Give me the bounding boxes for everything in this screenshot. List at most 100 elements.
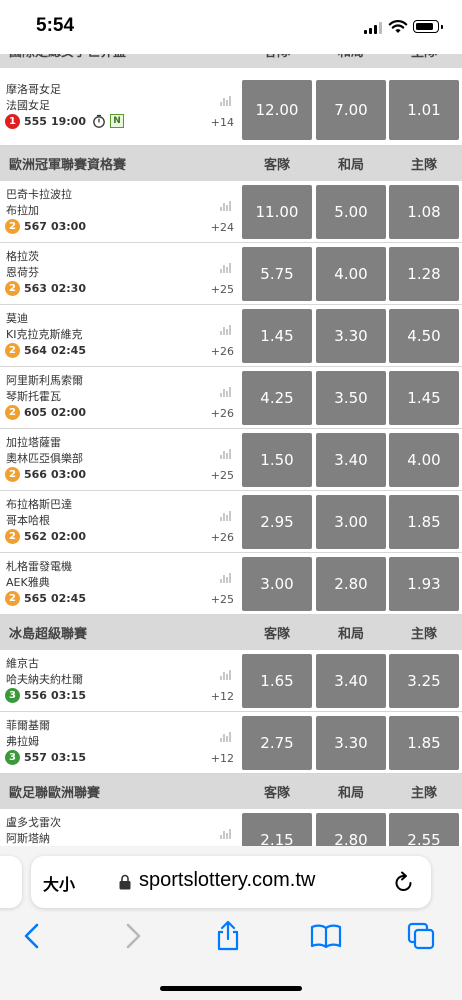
odds-button-away[interactable]: 2.75 xyxy=(242,716,312,770)
match-meta: 2 567 03:00 xyxy=(5,218,90,234)
stats-icon[interactable] xyxy=(219,828,231,840)
more-markets-count[interactable]: +25 xyxy=(194,283,234,296)
odds-button-home[interactable]: 1.08 xyxy=(389,185,459,239)
odds-button-away[interactable]: 1.45 xyxy=(242,309,312,363)
kickoff-time: 02:30 xyxy=(50,281,86,295)
odds-button-away[interactable]: 11.00 xyxy=(242,185,312,239)
match-meta: 2 564 02:45 xyxy=(5,342,90,358)
odds-button-draw[interactable]: 3.40 xyxy=(316,433,386,487)
wifi-icon xyxy=(388,20,408,33)
previous-tab-preview[interactable] xyxy=(0,856,22,908)
stats-icon[interactable] xyxy=(219,572,231,584)
kickoff-time: 03:15 xyxy=(50,688,86,702)
kickoff-time: 03:00 xyxy=(50,467,86,481)
stats-icon[interactable] xyxy=(219,448,231,460)
odds-button-draw[interactable]: 3.30 xyxy=(316,309,386,363)
stats-icon[interactable] xyxy=(219,324,231,336)
home-team-name: 盧多戈雷次 xyxy=(6,816,61,829)
odds-button-draw[interactable]: 3.00 xyxy=(316,495,386,549)
stats-icon[interactable] xyxy=(219,95,231,107)
stats-icon[interactable] xyxy=(219,386,231,398)
odds-button-draw[interactable]: 2.80 xyxy=(316,557,386,611)
odds-button-home[interactable]: 4.50 xyxy=(389,309,459,363)
url-text[interactable]: sportslottery.com.tw xyxy=(139,869,315,892)
address-bar[interactable]: 大小 sportslottery.com.tw xyxy=(31,856,431,908)
stats-icon[interactable] xyxy=(219,669,231,681)
back-icon[interactable] xyxy=(18,920,48,952)
match-row[interactable]: 加拉塔薩雷 奧林匹亞俱樂部 2 566 03:00 +25 1.50 3.40 4.… xyxy=(0,429,462,491)
cellular-signal-icon xyxy=(364,22,382,34)
more-markets-count[interactable]: +26 xyxy=(194,407,234,420)
match-code: 567 xyxy=(24,219,47,233)
odds-button-draw[interactable]: 3.50 xyxy=(316,371,386,425)
home-team-name: 布拉格斯巴達 xyxy=(6,498,72,511)
kickoff-time: 02:45 xyxy=(50,591,86,605)
league-header: 歐足聯歐洲聯賽 客隊 和局 主隊 xyxy=(0,774,462,809)
odds-button-draw[interactable]: 7.00 xyxy=(316,80,386,140)
bookmarks-icon[interactable] xyxy=(309,920,343,952)
odds-button-home[interactable]: 4.00 xyxy=(389,433,459,487)
odds-button-away[interactable]: 5.75 xyxy=(242,247,312,301)
reload-icon[interactable] xyxy=(393,870,415,894)
odds-button-away[interactable]: 3.00 xyxy=(242,557,312,611)
odds-button-draw[interactable]: 3.30 xyxy=(316,716,386,770)
odds-button-home[interactable]: 1.85 xyxy=(389,495,459,549)
column-header-home: 主隊 xyxy=(410,786,437,801)
match-row[interactable]: 莫迪 KI克拉克斯維克 2 564 02:45 +26 1.45 3.30 4.50 xyxy=(0,305,462,367)
match-row[interactable]: 摩洛哥女足 法國女足 1 555 19:00 N +14 12.00 7.00 1.… xyxy=(0,68,462,146)
odds-button-away[interactable]: 1.50 xyxy=(242,433,312,487)
share-icon[interactable] xyxy=(213,920,243,952)
odds-button-home[interactable]: 1.01 xyxy=(389,80,459,140)
odds-button-home[interactable]: 1.45 xyxy=(389,371,459,425)
away-team-name: KI克拉克斯維克 xyxy=(6,328,83,341)
text-size-button[interactable]: 大小 xyxy=(43,871,75,895)
match-day-badge: 2 xyxy=(5,466,20,482)
odds-button-draw[interactable]: 5.00 xyxy=(316,185,386,239)
neutral-venue-badge: N xyxy=(109,114,124,128)
match-row[interactable]: 札格雷發電機 AEK雅典 2 565 02:45 +25 3.00 2.80 1.9… xyxy=(0,553,462,615)
match-meta: 3 556 03:15 xyxy=(5,687,90,703)
odds-button-away[interactable]: 2.95 xyxy=(242,495,312,549)
more-markets-count[interactable]: +26 xyxy=(194,345,234,358)
matches-list: 國際足總女子世界盃 客隊 和局 主隊 摩洛哥女足 法國女足 1 555 19:0… xyxy=(0,33,462,871)
match-code: 564 xyxy=(24,343,47,357)
kickoff-time: 03:15 xyxy=(50,750,86,764)
match-day-badge: 2 xyxy=(5,342,20,358)
odds-button-away[interactable]: 4.25 xyxy=(242,371,312,425)
stats-icon[interactable] xyxy=(219,200,231,212)
stats-icon[interactable] xyxy=(219,262,231,274)
stopwatch-icon xyxy=(93,114,105,128)
home-team-name: 阿里斯利馬索爾 xyxy=(6,374,83,387)
more-markets-count[interactable]: +26 xyxy=(194,531,234,544)
odds-button-away[interactable]: 12.00 xyxy=(242,80,312,140)
more-markets-count[interactable]: +25 xyxy=(194,593,234,606)
more-markets-count[interactable]: +14 xyxy=(194,116,234,129)
odds-button-home[interactable]: 1.28 xyxy=(389,247,459,301)
stats-icon[interactable] xyxy=(219,510,231,522)
odds-button-away[interactable]: 1.65 xyxy=(242,654,312,708)
match-row[interactable]: 格拉茨 恩荷芬 2 563 02:30 +25 5.75 4.00 1.28 xyxy=(0,243,462,305)
away-team-name: 阿斯塔納 xyxy=(6,832,50,845)
stats-icon[interactable] xyxy=(219,731,231,743)
match-row[interactable]: 菲爾基爾 弗拉姆 3 557 03:15 +12 2.75 3.30 1.85 xyxy=(0,712,462,774)
more-markets-count[interactable]: +12 xyxy=(194,690,234,703)
more-markets-count[interactable]: +25 xyxy=(194,469,234,482)
match-row[interactable]: 布拉格斯巴達 哥本哈根 2 562 02:00 +26 2.95 3.00 1.85 xyxy=(0,491,462,553)
match-row[interactable]: 巴奇卡拉波拉 布拉加 2 567 03:00 +24 11.00 5.00 1.08 xyxy=(0,181,462,243)
odds-button-home[interactable]: 1.85 xyxy=(389,716,459,770)
league-title: 歐足聯歐洲聯賽 xyxy=(9,786,101,801)
match-row[interactable]: 維京古 哈夫納夫約杜爾 3 556 03:15 +12 1.65 3.40 3.25 xyxy=(0,650,462,712)
browser-toolbar xyxy=(0,920,462,960)
odds-button-draw[interactable]: 3.40 xyxy=(316,654,386,708)
more-markets-count[interactable]: +12 xyxy=(194,752,234,765)
more-markets-count[interactable]: +24 xyxy=(194,221,234,234)
odds-button-draw[interactable]: 4.00 xyxy=(316,247,386,301)
kickoff-time: 02:00 xyxy=(50,529,86,543)
league-title: 歐洲冠軍聯賽資格賽 xyxy=(9,158,127,173)
match-day-badge: 2 xyxy=(5,590,20,606)
forward-icon[interactable] xyxy=(117,920,147,952)
match-row[interactable]: 阿里斯利馬索爾 琴斯托霍瓦 2 605 02:00 +26 4.25 3.50 1.… xyxy=(0,367,462,429)
odds-button-home[interactable]: 3.25 xyxy=(389,654,459,708)
odds-button-home[interactable]: 1.93 xyxy=(389,557,459,611)
tabs-icon[interactable] xyxy=(406,920,436,952)
